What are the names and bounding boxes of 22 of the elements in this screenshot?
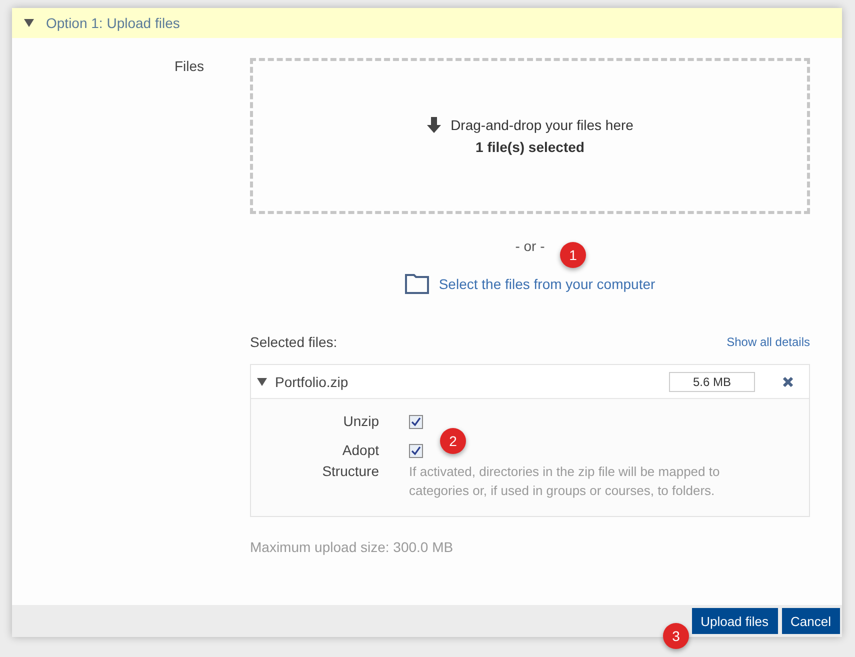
- section-header[interactable]: Option 1: Upload files: [12, 8, 842, 38]
- or-text: - or -: [515, 238, 545, 254]
- folder-icon: [404, 274, 429, 294]
- option-label: Unzip: [343, 412, 379, 431]
- upload-button[interactable]: Upload files: [692, 608, 778, 634]
- callout-badge: 3: [663, 623, 689, 649]
- option-label: Adopt Structure: [321, 441, 379, 481]
- dropzone[interactable]: Drag-and-drop your files here 1 file(s) selected: [250, 58, 810, 214]
- show-details-link[interactable]: Show all details: [726, 335, 810, 349]
- select-files-link[interactable]: Select the files from your computer: [438, 276, 656, 292]
- download-arrow-icon: [426, 117, 441, 133]
- cancel-button[interactable]: Cancel: [782, 608, 840, 634]
- file-toggle[interactable]: Portfolio.zip: [257, 374, 348, 390]
- option-hint: If activated, directories in the zip file will be mapped to categories or, if used in groups or courses, to folders.: [409, 463, 721, 500]
- files-label: Files: [173, 58, 204, 76]
- checkbox[interactable]: [409, 444, 423, 458]
- checkbox[interactable]: [409, 415, 423, 429]
- selected-files-label: Selected files:: [250, 334, 338, 350]
- size-field[interactable]: 5.6 MB: [669, 372, 755, 392]
- dropzone-text: Drag-and-drop your files here: [450, 117, 634, 133]
- selection-status: 1 file(s) selected: [476, 139, 584, 155]
- max-upload-size: Maximum upload size: 300.0 MB: [250, 539, 454, 555]
